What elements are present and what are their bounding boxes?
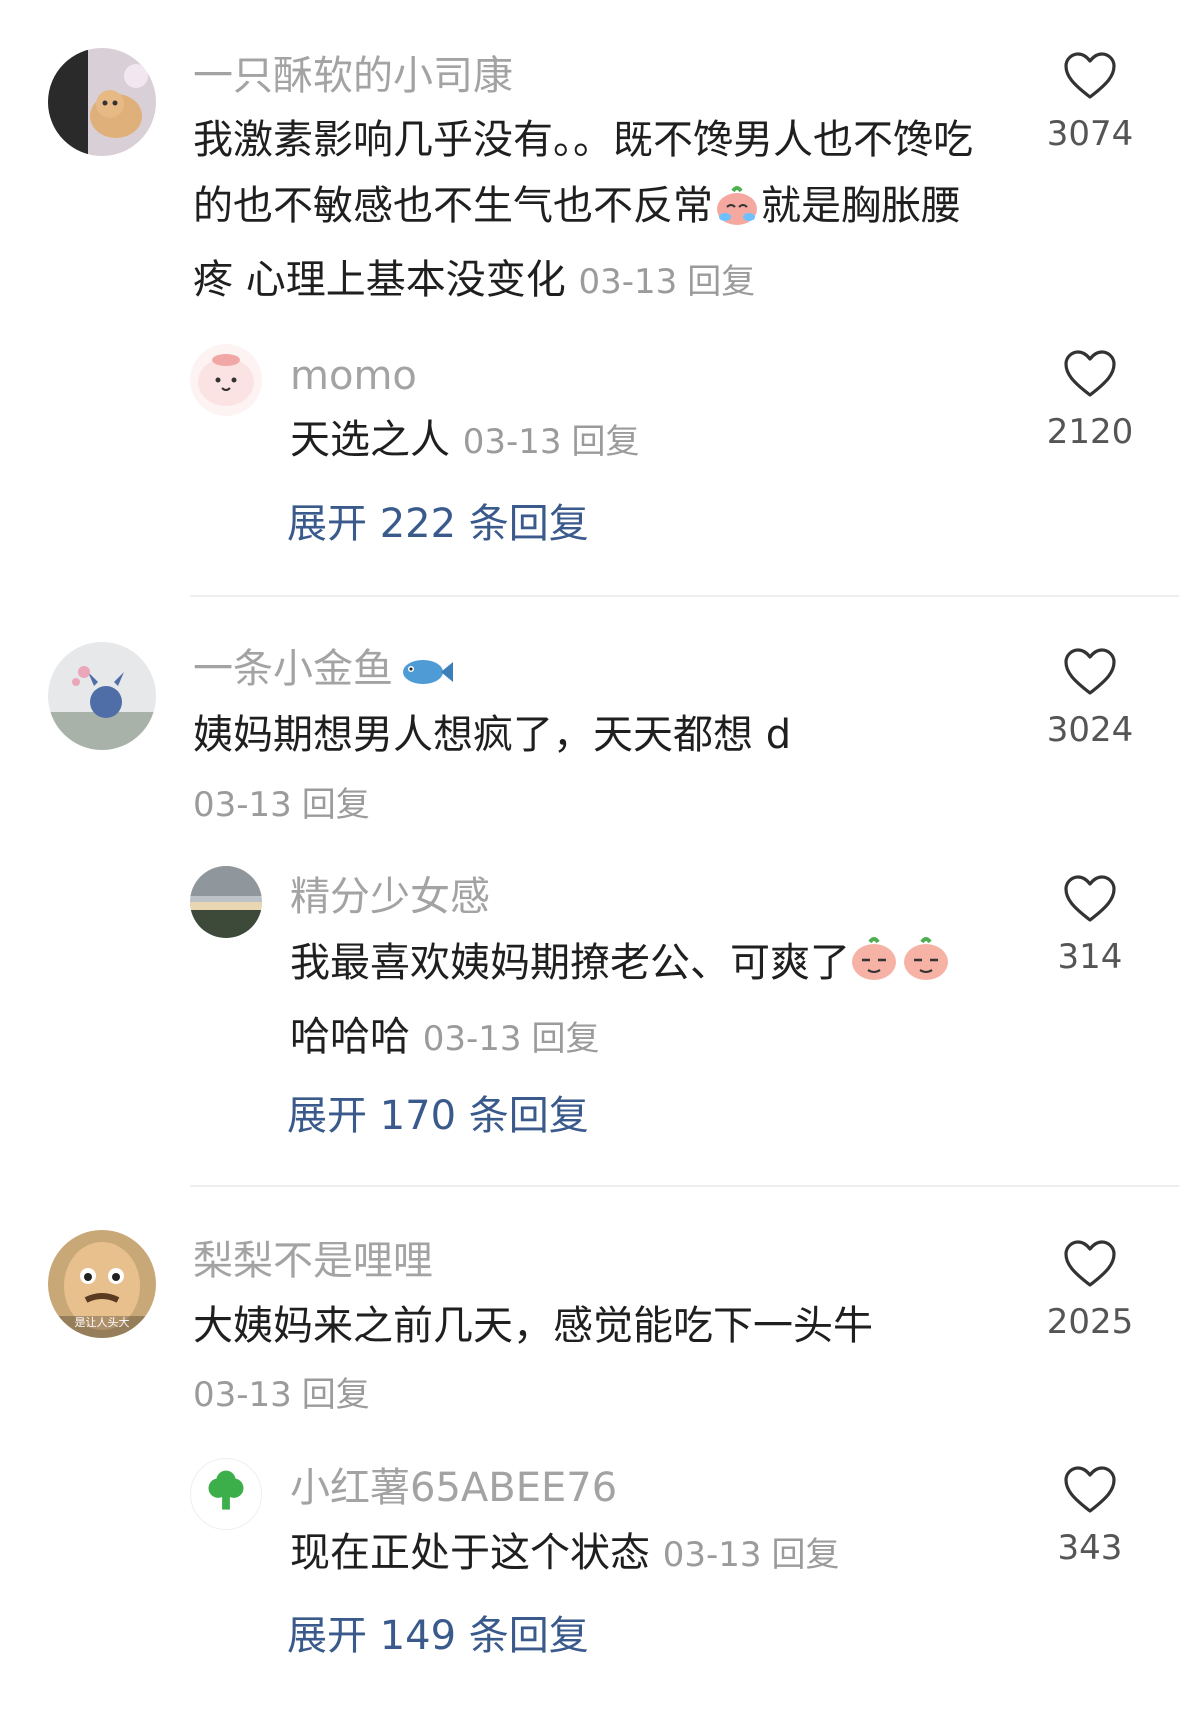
like-button[interactable]: 3024 — [1040, 648, 1140, 750]
heart-icon — [1064, 1240, 1116, 1287]
comment-date: 03-13 — [193, 1375, 292, 1415]
avatar[interactable] — [48, 48, 156, 156]
expand-replies-button[interactable]: 展开 149 条回复 — [287, 1610, 589, 1662]
comment-text: 姨妈期想男人想疯了，天天都想 d — [193, 712, 792, 758]
like-button[interactable]: 2025 — [1040, 1240, 1140, 1342]
like-button[interactable]: 314 — [1040, 875, 1140, 977]
comment-meta: 03-13 回复 — [193, 1360, 993, 1428]
reply-button[interactable]: 回复 — [687, 262, 755, 302]
comment-text: 我激素影响几乎没有。。既不馋男人也不馋吃的也不敏感也不生气也不反常 就是胸胀腰疼 … — [193, 117, 973, 303]
heart-icon — [1064, 875, 1116, 922]
avatar[interactable]: 是让人头大 — [48, 1230, 156, 1338]
reply-author[interactable]: 精分少女感 — [290, 871, 490, 923]
reply-text: 我最喜欢姨妈期撩老公、可爽了 哈哈哈 03-13 回复 — [290, 930, 1010, 1072]
like-button[interactable]: 3074 — [1040, 52, 1140, 154]
expand-replies-button[interactable]: 展开 170 条回复 — [287, 1090, 589, 1142]
reply-button[interactable]: 回复 — [772, 1535, 840, 1575]
comment-date: 03-13 — [193, 785, 292, 825]
avatar-caption: 是让人头大 — [74, 1316, 130, 1329]
heart-icon — [1064, 1466, 1116, 1513]
like-count: 2025 — [1046, 1302, 1134, 1342]
reply-date: 03-13 — [462, 422, 562, 462]
smirk-peach-emoji — [850, 932, 950, 1004]
avatar[interactable] — [190, 344, 262, 416]
reply-date: 03-13 — [662, 1535, 762, 1575]
heart-icon — [1064, 52, 1116, 99]
heart-icon — [1064, 350, 1116, 397]
reply-date: 03-13 — [422, 1019, 522, 1059]
reply-text: 天选之人 03-13 回复 — [290, 417, 640, 463]
crying-peach-emoji — [713, 181, 761, 247]
expand-replies-button[interactable]: 展开 222 条回复 — [287, 498, 589, 550]
reply-button[interactable]: 回复 — [302, 1375, 370, 1415]
reply-button[interactable]: 回复 — [532, 1019, 600, 1059]
divider — [190, 595, 1179, 597]
like-button[interactable]: 2120 — [1040, 350, 1140, 452]
reply-button[interactable]: 回复 — [302, 785, 370, 825]
fish-emoji — [399, 651, 453, 703]
comment-author[interactable]: 一条小金鱼 — [193, 643, 453, 703]
like-count: 3074 — [1046, 114, 1134, 154]
reply-button[interactable]: 回复 — [572, 422, 640, 462]
reply-author[interactable]: 小红薯65ABEE76 — [290, 1462, 617, 1514]
like-count: 343 — [1057, 1528, 1123, 1568]
comment-date: 03-13 — [578, 262, 678, 302]
comment-author[interactable]: 一只酥软的小司康 — [193, 50, 513, 102]
reply-author[interactable]: momo — [290, 350, 417, 402]
divider — [190, 1185, 1179, 1187]
like-count: 314 — [1057, 937, 1123, 977]
comment-text: 大姨妈来之前几天，感觉能吃下一头牛 — [193, 1303, 873, 1349]
like-count: 2120 — [1046, 412, 1134, 452]
avatar[interactable] — [190, 866, 262, 938]
avatar[interactable] — [190, 1458, 262, 1530]
like-button[interactable]: 343 — [1040, 1466, 1140, 1568]
avatar[interactable] — [48, 642, 156, 750]
comment-author[interactable]: 梨梨不是哩哩 — [193, 1235, 433, 1287]
heart-icon — [1064, 648, 1116, 695]
comment-meta: 03-13 回复 — [193, 770, 993, 838]
like-count: 3024 — [1046, 710, 1134, 750]
reply-text: 现在正处于这个状态 03-13 回复 — [290, 1530, 840, 1576]
